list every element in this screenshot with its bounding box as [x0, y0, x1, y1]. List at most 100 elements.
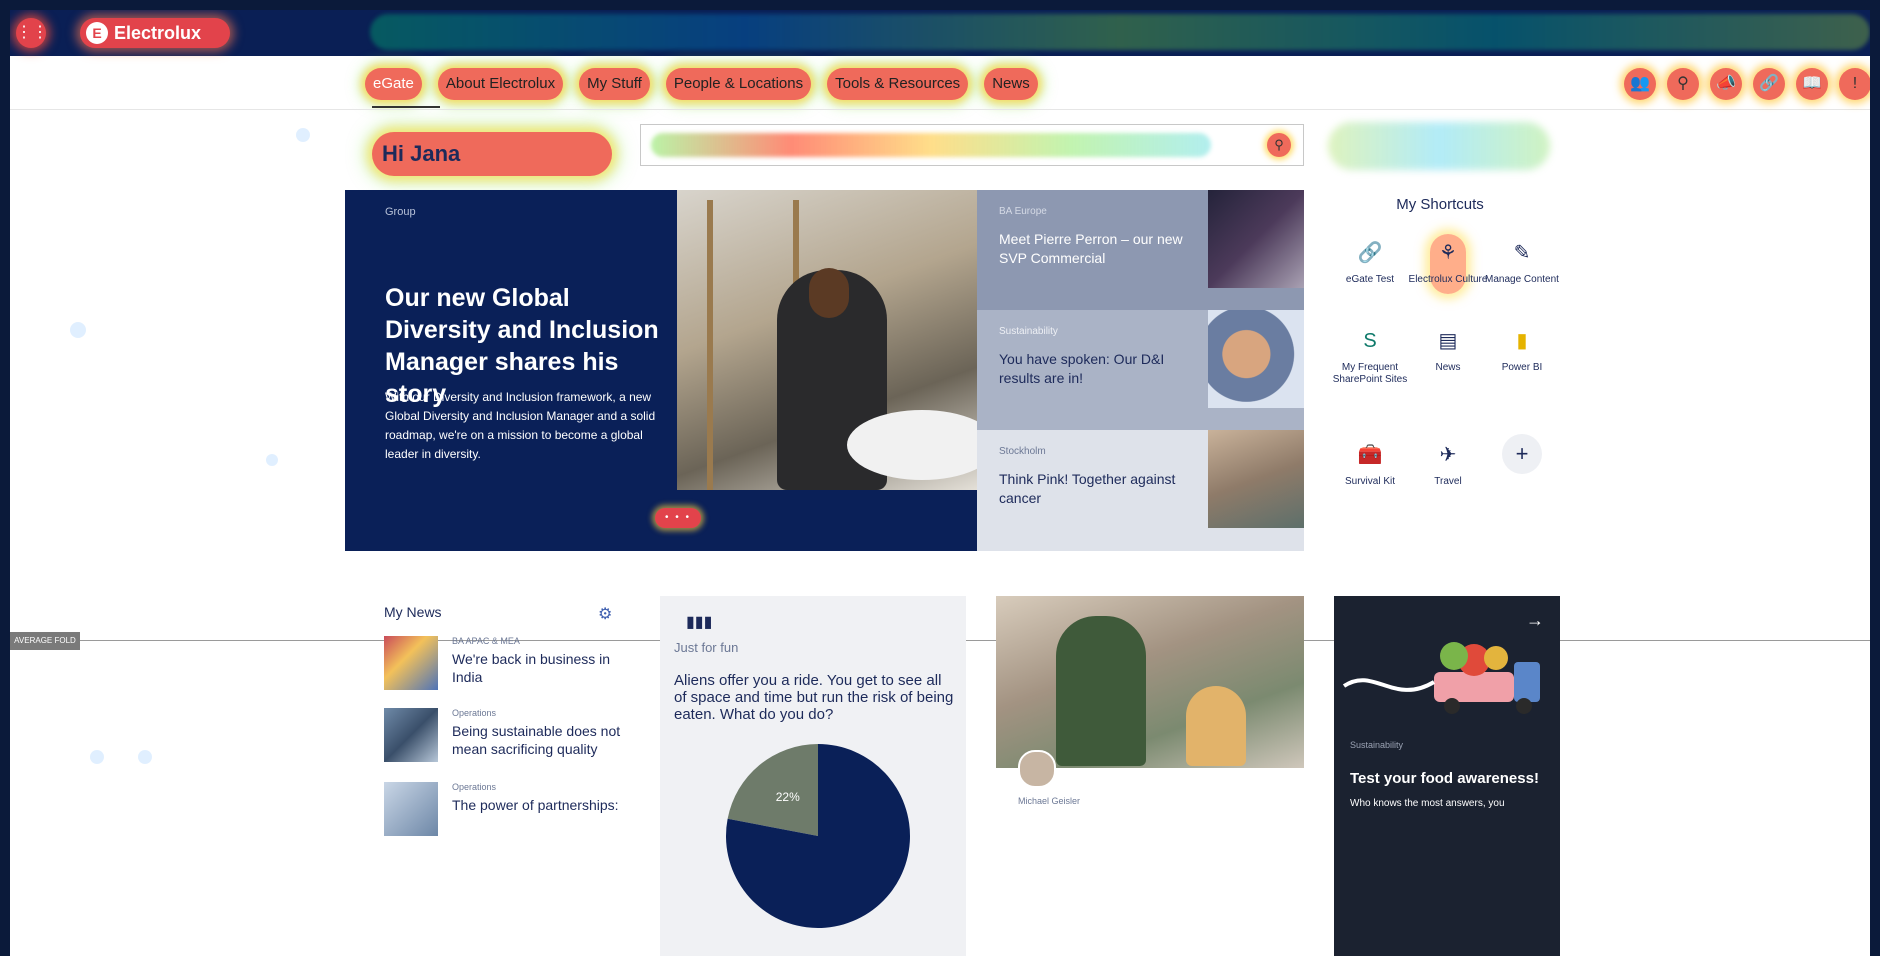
shortcut-label: Power BI: [1501, 362, 1543, 373]
side-story-thumbnail: [1208, 190, 1304, 288]
story-title[interactable]: Test your food awareness!: [1350, 770, 1539, 787]
plus-icon: +: [1502, 434, 1542, 474]
search-box: ⚲: [640, 124, 1304, 166]
heatmap-overlay: [370, 14, 1870, 50]
list-item[interactable]: Operations Being sustainable does not me…: [384, 708, 634, 768]
electrolux-logo-icon: E: [86, 22, 108, 44]
list-item[interactable]: Operations The power of partnerships:: [384, 782, 634, 842]
poll-question: Aliens offer you a ride. You get to see …: [674, 672, 954, 723]
side-story-3[interactable]: Stockholm Think Pink! Together against c…: [977, 430, 1304, 551]
heatmap-dot: [266, 454, 278, 466]
add-shortcut-button[interactable]: +: [1482, 434, 1562, 474]
search-icon[interactable]: ⚲: [1667, 68, 1699, 100]
alert-icon[interactable]: !: [1839, 68, 1870, 100]
story-author: Michael Geisler: [1018, 796, 1081, 806]
list-item[interactable]: BA APAC & MEA We're back in business in …: [384, 636, 634, 696]
shortcut-manage-content[interactable]: ✎ Manage Content: [1482, 238, 1562, 286]
shortcut-label: Manage Content: [1485, 274, 1559, 285]
news-title[interactable]: We're back in business in India: [452, 650, 632, 686]
nav-divider: [10, 109, 1870, 110]
news-category: Operations: [452, 708, 497, 718]
top-bar: ⋮⋮ E Electrolux: [10, 10, 1870, 56]
poll-pie-chart: 22%: [726, 744, 910, 928]
heatmap-dot: [296, 128, 310, 142]
story-card-3[interactable]: Michael Geisler: [996, 596, 1304, 956]
powerbi-icon: ▮: [1516, 330, 1528, 352]
my-news-title: My News: [384, 604, 442, 620]
shortcuts-title: My Shortcuts: [1396, 196, 1484, 213]
browser-viewport: ⋮⋮ E Electrolux eGate About Electrolux M…: [10, 10, 1870, 956]
my-news-panel: My News ⚙ BA APAC & MEA We're back in bu…: [384, 604, 624, 836]
nav-icon-bar: 👥 ⚲ 📣 🔗 📖 !: [1624, 68, 1870, 100]
news-category: BA APAC & MEA: [452, 636, 520, 646]
side-story-headline[interactable]: You have spoken: Our D&I results are in!: [999, 350, 1189, 388]
tab-egate[interactable]: eGate: [365, 68, 422, 100]
shortcut-electrolux-culture[interactable]: ⚘ Electrolux Culture: [1408, 234, 1488, 294]
shortcut-egate-test[interactable]: 🔗 eGate Test: [1330, 238, 1410, 286]
side-story-thumbnail: [1208, 430, 1304, 528]
electrolux-logo[interactable]: E Electrolux: [80, 18, 230, 48]
shortcut-news[interactable]: ▤ News: [1408, 326, 1488, 374]
tab-news[interactable]: News: [984, 68, 1038, 100]
story-card-4[interactable]: → Sustainability Test your food awarenes…: [1334, 596, 1560, 956]
news-thumbnail: [384, 708, 438, 762]
hero-category: Group: [385, 206, 416, 218]
news-title[interactable]: The power of partnerships:: [452, 796, 632, 814]
side-story-2[interactable]: Sustainability You have spoken: Our D&I …: [977, 310, 1304, 430]
shortcut-travel[interactable]: ✈ Travel: [1408, 440, 1488, 488]
shortcut-survival-kit[interactable]: 🧰 Survival Kit: [1330, 440, 1410, 488]
heatmap-dot: [138, 750, 152, 764]
grid-icon[interactable]: ⋮⋮: [16, 18, 48, 48]
bar-chart-icon: ▮▮▮: [686, 614, 713, 631]
tab-my-stuff[interactable]: My Stuff: [579, 68, 650, 100]
news-category: Operations: [452, 782, 497, 792]
pie-slice-label: 22%: [776, 790, 800, 804]
avatar: [1018, 750, 1056, 788]
link-icon[interactable]: 🔗: [1753, 68, 1785, 100]
filter-icon[interactable]: ⚙: [598, 604, 612, 624]
hero-image: [677, 190, 977, 490]
kit-icon: 🧰: [1357, 444, 1383, 466]
active-tab-underline: [372, 106, 440, 108]
sharepoint-icon: S: [1363, 330, 1377, 352]
heatmap-dot: [70, 322, 86, 338]
shortcut-label: News: [1435, 362, 1461, 373]
book-icon[interactable]: 📖: [1796, 68, 1828, 100]
story-category: Sustainability: [1350, 740, 1404, 750]
photo-person: [1056, 616, 1146, 766]
hero-story[interactable]: Group Our new Global Diversity and Inclu…: [345, 190, 977, 551]
carousel-dots[interactable]: • • •: [655, 508, 701, 528]
tab-tools-resources[interactable]: Tools & Resources: [827, 68, 969, 100]
shortcut-label: Electrolux Culture: [1408, 274, 1488, 285]
megaphone-icon[interactable]: 📣: [1710, 68, 1742, 100]
logo-text: Electrolux: [114, 22, 202, 43]
shortcut-label: Survival Kit: [1344, 476, 1395, 487]
heatmap-dot: [90, 750, 104, 764]
heatmap-overlay: [1328, 122, 1550, 170]
news-thumbnail: [384, 636, 438, 690]
plane-icon: ✈: [1439, 444, 1457, 466]
tab-people-locations[interactable]: People & Locations: [665, 68, 812, 100]
shortcut-power-bi[interactable]: ▮ Power BI: [1482, 326, 1562, 374]
news-icon: ▤: [1438, 330, 1458, 352]
side-story-headline[interactable]: Think Pink! Together against cancer: [999, 470, 1189, 508]
tab-about-electrolux[interactable]: About Electrolux: [437, 68, 564, 100]
average-fold-label: AVERAGE FOLD: [10, 632, 80, 650]
culture-icon: ⚘: [1439, 242, 1457, 264]
hero-body: With our Diversity and Inclusion framewo…: [385, 390, 656, 461]
side-story-1[interactable]: BA Europe Meet Pierre Perron – our new S…: [977, 190, 1304, 310]
side-story-thumbnail: [1208, 310, 1304, 408]
side-story-category: Stockholm: [999, 446, 1046, 457]
news-title[interactable]: Being sustainable does not mean sacrific…: [452, 722, 632, 758]
main-nav: eGate About Electrolux My Stuff People &…: [365, 66, 1038, 102]
news-thumbnail: [384, 782, 438, 836]
search-icon[interactable]: ⚲: [1267, 133, 1291, 157]
greeting: Hi Jana: [372, 132, 612, 176]
search-input[interactable]: [651, 133, 1255, 159]
side-story-headline[interactable]: Meet Pierre Perron – our new SVP Commerc…: [999, 230, 1189, 268]
photo-head: [809, 268, 849, 318]
shortcut-sharepoint-sites[interactable]: S My Frequent SharePoint Sites: [1330, 326, 1410, 386]
people-icon[interactable]: 👥: [1624, 68, 1656, 100]
shortcut-label: My Frequent SharePoint Sites: [1332, 362, 1408, 385]
link-icon: 🔗: [1357, 242, 1383, 264]
